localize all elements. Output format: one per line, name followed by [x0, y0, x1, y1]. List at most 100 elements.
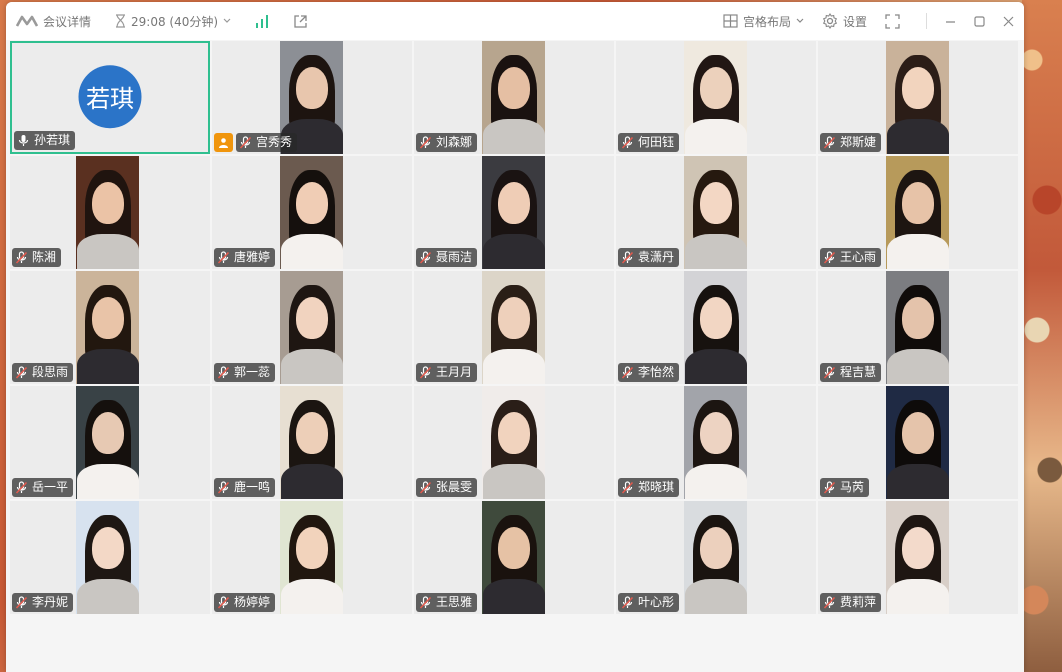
participant-tile[interactable]: 唐雅婷 [212, 156, 412, 269]
participant-tile[interactable]: 岳一平 [10, 386, 210, 499]
participant-name: 郭一蕊 [234, 365, 271, 379]
maximize-icon[interactable] [974, 15, 985, 27]
video-feed [482, 41, 545, 154]
meeting-details-label: 会议详情 [43, 14, 92, 29]
person-body [886, 464, 949, 499]
participant-name-tag: 郑晓琪 [618, 478, 680, 497]
person-face [699, 527, 732, 569]
video-feed [76, 156, 139, 269]
person-face [295, 412, 328, 454]
participant-tile[interactable]: 费莉萍 [818, 501, 1018, 614]
participant-tile[interactable]: 李怡然 [616, 271, 816, 384]
participant-name-tag: 王思雅 [416, 593, 478, 612]
person-face [91, 182, 124, 224]
participant-name-tag: 宫秀秀 [236, 133, 298, 152]
participant-tile[interactable]: 叶心彤 [616, 501, 816, 614]
participant-tile[interactable]: 郑斯婕 [818, 41, 1018, 154]
person-face [295, 182, 328, 224]
participant-name-tag: 费莉萍 [820, 593, 882, 612]
participant-tile[interactable]: 若琪 孙若琪 [10, 41, 210, 154]
person-body [482, 579, 545, 614]
participant-tile[interactable]: 何田钰 [616, 41, 816, 154]
participant-name: 王思雅 [436, 595, 473, 609]
participant-name-tag: 王月月 [416, 363, 478, 382]
participant-tile[interactable]: 张晨雯 [414, 386, 614, 499]
participant-tile[interactable]: 袁潇丹 [616, 156, 816, 269]
participant-tile[interactable]: 程吉慧 [818, 271, 1018, 384]
participant-tile[interactable]: 段思雨 [10, 271, 210, 384]
participant-tile[interactable]: 郭一蕊 [212, 271, 412, 384]
participant-tile[interactable]: 聂雨洁 [414, 156, 614, 269]
participant-name: 李怡然 [638, 365, 675, 379]
person-body [684, 349, 747, 384]
participant-tile[interactable]: 马芮 [818, 386, 1018, 499]
video-feed [886, 386, 949, 499]
person-face [901, 412, 934, 454]
participant-name-tag: 李丹妮 [12, 593, 74, 612]
close-icon[interactable] [1003, 16, 1014, 27]
video-feed [280, 501, 343, 614]
person-body [482, 464, 545, 499]
timer-text: 29:08 (40分钟) [131, 14, 219, 29]
person-face [295, 527, 328, 569]
person-body [280, 234, 343, 269]
video-feed [280, 156, 343, 269]
video-feed [76, 271, 139, 384]
participant-tile[interactable]: 王心雨 [818, 156, 1018, 269]
person-body [886, 234, 949, 269]
settings-label: 设置 [842, 14, 867, 29]
meeting-details-button[interactable]: 会议详情 [16, 13, 91, 30]
participant-name-tag: 杨婷婷 [214, 593, 276, 612]
participant-tile[interactable]: 郑晓琪 [616, 386, 816, 499]
participant-tile[interactable]: 宫秀秀 [212, 41, 412, 154]
meeting-window: 会议详情 29:08 (40分钟) 宫格布局 设置 若琪 孙若琪 宫秀秀 刘森娜… [6, 2, 1024, 672]
mic-muted-icon [15, 596, 28, 609]
mic-muted-icon [621, 251, 634, 264]
participant-name: 王月月 [436, 365, 473, 379]
participant-tile[interactable]: 李丹妮 [10, 501, 210, 614]
participant-tile[interactable]: 鹿一鸣 [212, 386, 412, 499]
mic-muted-icon [239, 136, 252, 149]
mic-muted-icon [217, 481, 230, 494]
video-feed [684, 386, 747, 499]
mic-muted-icon [621, 366, 634, 379]
video-feed [684, 41, 747, 154]
grid-layout-label: 宫格布局 [742, 14, 791, 29]
meeting-timer[interactable]: 29:08 (40分钟) [115, 13, 231, 30]
participant-name: 程吉慧 [840, 365, 877, 379]
signal-strength-icon[interactable] [255, 14, 269, 28]
chevron-down-icon [796, 18, 804, 24]
person-face [497, 297, 530, 339]
video-feed [482, 271, 545, 384]
person-face [295, 67, 328, 109]
mic-muted-icon [621, 481, 634, 494]
person-body [482, 119, 545, 154]
participant-name-tag: 聂雨洁 [416, 248, 478, 267]
participant-tile[interactable]: 杨婷婷 [212, 501, 412, 614]
participant-tile[interactable]: 刘森娜 [414, 41, 614, 154]
share-link-icon[interactable] [293, 14, 308, 29]
settings-button[interactable]: 设置 [822, 13, 867, 30]
grid-layout-icon [723, 14, 738, 28]
mic-muted-icon [217, 366, 230, 379]
mic-icon [17, 134, 30, 147]
person-face [901, 297, 934, 339]
title-bar: 会议详情 29:08 (40分钟) 宫格布局 设置 [6, 2, 1024, 40]
minimize-icon[interactable] [945, 16, 956, 27]
participant-name: 张晨雯 [436, 480, 473, 494]
participant-name-tag: 何田钰 [618, 133, 680, 152]
person-body [482, 234, 545, 269]
fullscreen-icon[interactable] [885, 13, 900, 29]
participant-tile[interactable]: 陈湘 [10, 156, 210, 269]
person-face [699, 67, 732, 109]
mic-muted-icon [823, 251, 836, 264]
person-face [497, 527, 530, 569]
grid-layout-button[interactable]: 宫格布局 [723, 13, 804, 30]
participant-tile[interactable]: 王思雅 [414, 501, 614, 614]
participant-name: 刘森娜 [436, 135, 473, 149]
person-body [76, 234, 139, 269]
participant-name-tag: 叶心彤 [618, 593, 680, 612]
participant-name-tag: 王心雨 [820, 248, 882, 267]
participant-name-tag: 张晨雯 [416, 478, 478, 497]
participant-tile[interactable]: 王月月 [414, 271, 614, 384]
